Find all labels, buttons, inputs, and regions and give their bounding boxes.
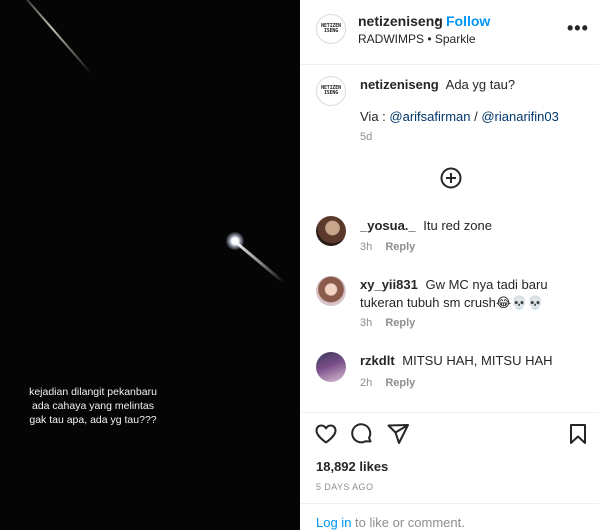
avatar[interactable] bbox=[316, 352, 346, 382]
separator-dot: • bbox=[435, 12, 440, 27]
comment-username[interactable]: _yosua._ bbox=[360, 218, 416, 233]
caption-line: ada cahaya yang melintas bbox=[32, 400, 154, 412]
mention-link[interactable]: @rianarifin03 bbox=[481, 109, 559, 124]
reply-button[interactable]: Reply bbox=[385, 241, 415, 253]
comment-item: _yosua._ Itu red zone bbox=[360, 217, 590, 235]
logo-icon: NETIZEN ISENG bbox=[321, 23, 341, 34]
post-via: Via : @arifsafirman / @rianarifin03 bbox=[360, 108, 590, 126]
post-caption: netizeniseng Ada yg tau? bbox=[360, 76, 590, 94]
login-link[interactable]: Log in bbox=[316, 515, 351, 530]
music-label[interactable]: RADWIMPS • Sparkle bbox=[358, 32, 476, 46]
comment-text: Itu red zone bbox=[423, 218, 492, 233]
caption-username[interactable]: netizeniseng bbox=[360, 77, 439, 92]
age-text: 3h bbox=[360, 241, 373, 253]
bookmark-icon[interactable] bbox=[566, 422, 590, 446]
post-date: 5 DAYS AGO bbox=[316, 482, 374, 492]
comment-username[interactable]: xy_yii831 bbox=[360, 277, 418, 292]
comment-item: xy_yii831 Gw MC nya tadi baru tukeran tu… bbox=[360, 276, 590, 312]
login-bar: Log in to like or comment. bbox=[300, 503, 599, 530]
comment-meta: 3h Reply bbox=[360, 241, 415, 253]
more-icon[interactable]: ••• bbox=[567, 18, 589, 39]
caption-text: Ada yg tau? bbox=[445, 77, 516, 92]
comment-username[interactable]: rzkdlt bbox=[360, 353, 395, 368]
age-text: 3h bbox=[360, 317, 373, 329]
caption-line: kejadian dilangit pekanbaru bbox=[29, 386, 157, 398]
mention-separator: / bbox=[470, 109, 482, 124]
login-rest: to like or comment. bbox=[351, 515, 465, 530]
media-caption: kejadian dilangit pekanbaru ada cahaya y… bbox=[8, 385, 178, 427]
caption-line: gak tau apa, ada yg tau??? bbox=[29, 414, 157, 426]
comment-meta: 2h Reply bbox=[360, 377, 415, 389]
avatar[interactable] bbox=[316, 276, 346, 306]
comment-text: MITSU HAH, MITSU HAH bbox=[402, 353, 553, 368]
age-text: 5d bbox=[360, 131, 373, 143]
avatar[interactable]: NETIZEN ISENG bbox=[316, 14, 346, 44]
header-username[interactable]: netizeniseng bbox=[358, 13, 443, 29]
reply-button[interactable]: Reply bbox=[385, 377, 415, 389]
mention-link[interactable]: @arifsafirman bbox=[389, 109, 470, 124]
likes-count[interactable]: 18,892 likes bbox=[316, 459, 388, 474]
light-streak-top bbox=[18, 0, 93, 75]
post-panel: NETIZEN ISENG netizeniseng • Follow RADWI… bbox=[300, 0, 599, 530]
login-prompt: Log in to like or comment. bbox=[316, 515, 465, 530]
comment-icon[interactable] bbox=[350, 422, 374, 446]
add-circle-icon[interactable] bbox=[439, 166, 463, 190]
share-icon[interactable] bbox=[386, 422, 410, 446]
reply-button[interactable]: Reply bbox=[385, 317, 415, 329]
action-bar bbox=[300, 412, 599, 452]
post-age: 5d bbox=[360, 131, 372, 143]
post-media[interactable]: kejadian dilangit pekanbaru ada cahaya y… bbox=[0, 0, 300, 530]
via-label: Via : bbox=[360, 109, 390, 124]
follow-button[interactable]: Follow bbox=[446, 13, 490, 29]
age-text: 2h bbox=[360, 377, 373, 389]
comments-section: NETIZEN ISENG netizeniseng Ada yg tau? Vi… bbox=[300, 66, 599, 412]
heart-icon[interactable] bbox=[314, 422, 338, 446]
comment-item: rzkdlt MITSU HAH, MITSU HAH bbox=[360, 352, 590, 370]
avatar[interactable] bbox=[316, 216, 346, 246]
light-streak-trail bbox=[234, 240, 285, 284]
comment-meta: 3h Reply bbox=[360, 317, 415, 329]
post-header: NETIZEN ISENG netizeniseng • Follow RADWI… bbox=[300, 0, 599, 65]
avatar[interactable]: NETIZEN ISENG bbox=[316, 76, 346, 106]
logo-icon: NETIZEN ISENG bbox=[321, 85, 341, 96]
